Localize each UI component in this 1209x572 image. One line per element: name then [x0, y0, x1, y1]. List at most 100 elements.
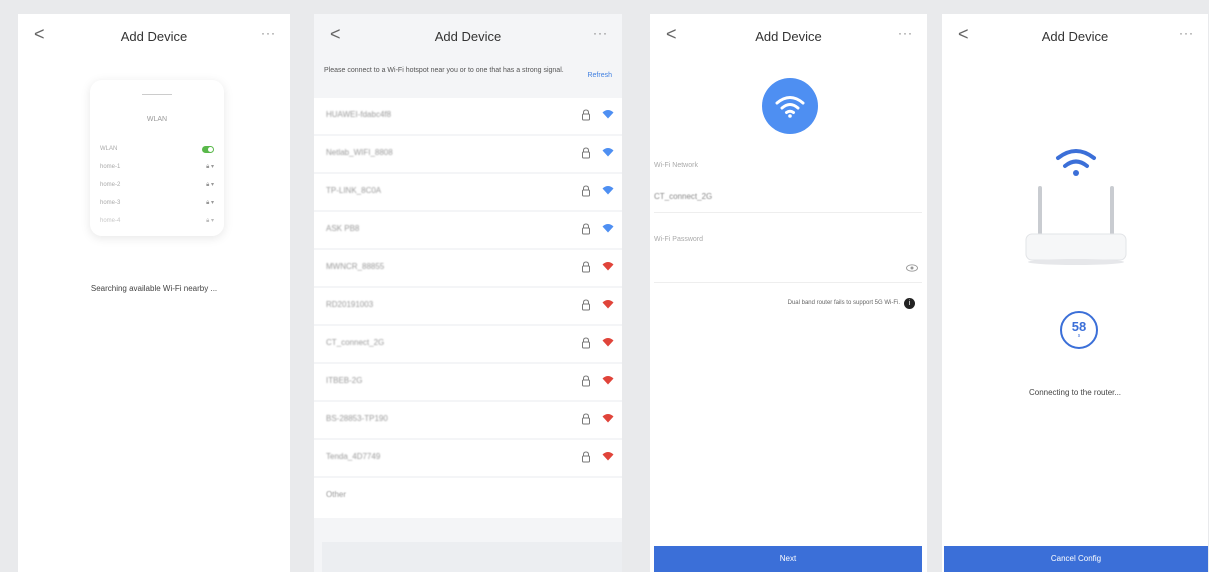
back-chevron-icon[interactable]: < — [958, 24, 969, 45]
connecting-status: Connecting to the router... — [1028, 388, 1122, 397]
wifi-ssid: BS-28853-TP190 — [326, 414, 388, 423]
wifi-network-row[interactable]: CT_connect_2G — [314, 326, 622, 362]
wifi-signal-icon — [602, 338, 614, 347]
lock-icon — [582, 337, 590, 349]
wifi-signal-icon — [602, 376, 614, 385]
back-chevron-icon[interactable]: < — [666, 24, 677, 45]
wifi-ssid: CT_connect_2G — [326, 338, 385, 347]
connect-hint: Please connect to a Wi-Fi hotspot near y… — [324, 67, 564, 74]
divider — [654, 212, 922, 213]
wifi-ssid: MWNCR_88855 — [326, 262, 385, 271]
back-chevron-icon[interactable]: < — [34, 24, 45, 45]
wifi-signal-icon — [602, 148, 614, 157]
lock-wifi-icon: 🔒︎ ▾ — [206, 182, 214, 188]
more-icon[interactable]: ··· — [1179, 26, 1194, 40]
wifi-network-row[interactable]: Tenda_4D7749 — [314, 440, 622, 476]
more-icon[interactable]: ··· — [898, 26, 913, 40]
countdown-unit: s — [1077, 333, 1081, 339]
wifi-network-row[interactable]: RD20191003 — [314, 288, 622, 324]
phone-fade — [90, 212, 224, 236]
phone-grabber — [142, 94, 172, 95]
phone-network-name: home-3 — [100, 200, 121, 206]
lock-icon — [582, 451, 590, 463]
wifi-icon — [762, 78, 818, 134]
wifi-signal-icon — [602, 414, 614, 423]
page-title: Add Device — [755, 28, 822, 44]
wifi-signal-icon — [602, 262, 614, 271]
nav-bar: < Add Device ··· — [650, 14, 927, 58]
cancel-config-button[interactable]: Cancel Config — [944, 546, 1208, 572]
wifi-network-row[interactable]: TP-LINK_8C0A — [314, 174, 622, 210]
lock-icon — [582, 375, 590, 387]
more-icon[interactable]: ··· — [593, 26, 608, 40]
wifi-other-row[interactable]: Other — [314, 478, 622, 518]
wifi-signal-icon — [602, 186, 614, 195]
phone-wlan-label: WLAN — [100, 146, 118, 152]
screen-wifi-credentials: < Add Device ··· Wi-Fi Network CT_connec… — [650, 14, 927, 572]
page-title: Add Device — [1041, 28, 1109, 44]
info-icon[interactable]: i — [904, 298, 915, 309]
lock-wifi-icon: 🔒︎ ▾ — [206, 164, 214, 170]
screen-connecting: < Add Device ··· 58 s Connecting to the … — [942, 14, 1208, 572]
wifi-network-label: Wi-Fi Network — [654, 162, 698, 169]
lock-icon — [582, 413, 590, 425]
lock-wifi-icon: 🔒︎ ▾ — [206, 200, 214, 206]
wifi-other-label: Other — [326, 490, 347, 499]
phone-wlan-toggle-row: WLAN — [100, 142, 214, 156]
refresh-link[interactable]: Refresh — [587, 72, 612, 79]
nav-bar: < Add Device ··· — [18, 14, 290, 58]
phone-network-row: home-1 🔒︎ ▾ — [100, 160, 214, 174]
wifi-network-field[interactable]: CT_connect_2G — [654, 192, 712, 201]
wifi-network-row[interactable]: MWNCR_88855 — [314, 250, 622, 286]
lock-icon — [582, 261, 590, 273]
lock-icon — [582, 223, 590, 235]
wifi-signal-icon — [602, 110, 614, 119]
page-title: Add Device — [434, 28, 502, 44]
back-chevron-icon[interactable]: < — [330, 24, 341, 45]
screen-searching: < Add Device ··· WLAN WLAN home-1 🔒︎ ▾ h… — [18, 14, 290, 572]
wifi-signal-icon — [602, 452, 614, 461]
page-title: Add Device — [120, 28, 188, 44]
phone-network-row: home-3 🔒︎ ▾ — [100, 196, 214, 210]
searching-status: Searching available Wi-Fi nearby ... — [90, 284, 218, 293]
screen-wifi-list: < Add Device ··· Please connect to a Wi-… — [314, 14, 622, 572]
wifi-ssid: ITBEB-2G — [326, 376, 363, 385]
lock-icon — [582, 109, 590, 121]
phone-illustration: WLAN WLAN home-1 🔒︎ ▾ home-2 🔒︎ ▾ home-3… — [90, 80, 224, 236]
countdown-timer: 58 s — [1060, 311, 1098, 349]
dual-band-note: Dual band router fails to support 5G Wi-… — [787, 300, 900, 306]
wifi-list: HUAWEI-fdabc4f8 Netlab_WIFI_8808 TP-LINK_8… — [314, 98, 622, 518]
toggle-icon — [202, 145, 214, 153]
wifi-password-label: Wi-Fi Password — [654, 236, 704, 243]
wifi-ssid: Netlab_WIFI_8808 — [326, 148, 393, 157]
eye-icon[interactable] — [906, 264, 918, 272]
wifi-network-row[interactable]: ASK PB8 — [314, 212, 622, 248]
phone-network-name: home-2 — [100, 182, 121, 188]
phone-wlan-header: WLAN — [146, 116, 168, 123]
nav-bar: < Add Device ··· — [942, 14, 1208, 58]
wifi-network-row[interactable]: BS-28853-TP190 — [314, 402, 622, 438]
lock-icon — [582, 147, 590, 159]
wifi-network-row[interactable]: Netlab_WIFI_8808 — [314, 136, 622, 172]
wifi-ssid: ASK PB8 — [326, 224, 360, 233]
more-icon[interactable]: ··· — [261, 26, 276, 40]
list-bottom-area — [322, 542, 622, 572]
phone-network-row: home-2 🔒︎ ▾ — [100, 178, 214, 192]
wifi-signal-icon — [602, 300, 614, 309]
countdown-seconds: 58 — [1071, 319, 1087, 334]
wifi-ssid: TP-LINK_8C0A — [326, 186, 382, 195]
top-strip — [0, 0, 1209, 14]
lock-icon — [582, 185, 590, 197]
router-icon — [1025, 149, 1127, 265]
wifi-network-row[interactable]: ITBEB-2G — [314, 364, 622, 400]
wifi-ssid: Tenda_4D7749 — [326, 452, 381, 461]
phone-network-name: home-1 — [100, 164, 121, 170]
nav-bar: < Add Device ··· — [314, 14, 622, 58]
lock-icon — [582, 299, 590, 311]
wifi-network-row[interactable]: HUAWEI-fdabc4f8 — [314, 98, 622, 134]
next-button[interactable]: Next — [654, 546, 922, 572]
wifi-signal-icon — [602, 224, 614, 233]
password-field-line[interactable] — [654, 282, 922, 283]
wifi-ssid: RD20191003 — [326, 300, 374, 309]
wifi-ssid: HUAWEI-fdabc4f8 — [326, 110, 392, 119]
